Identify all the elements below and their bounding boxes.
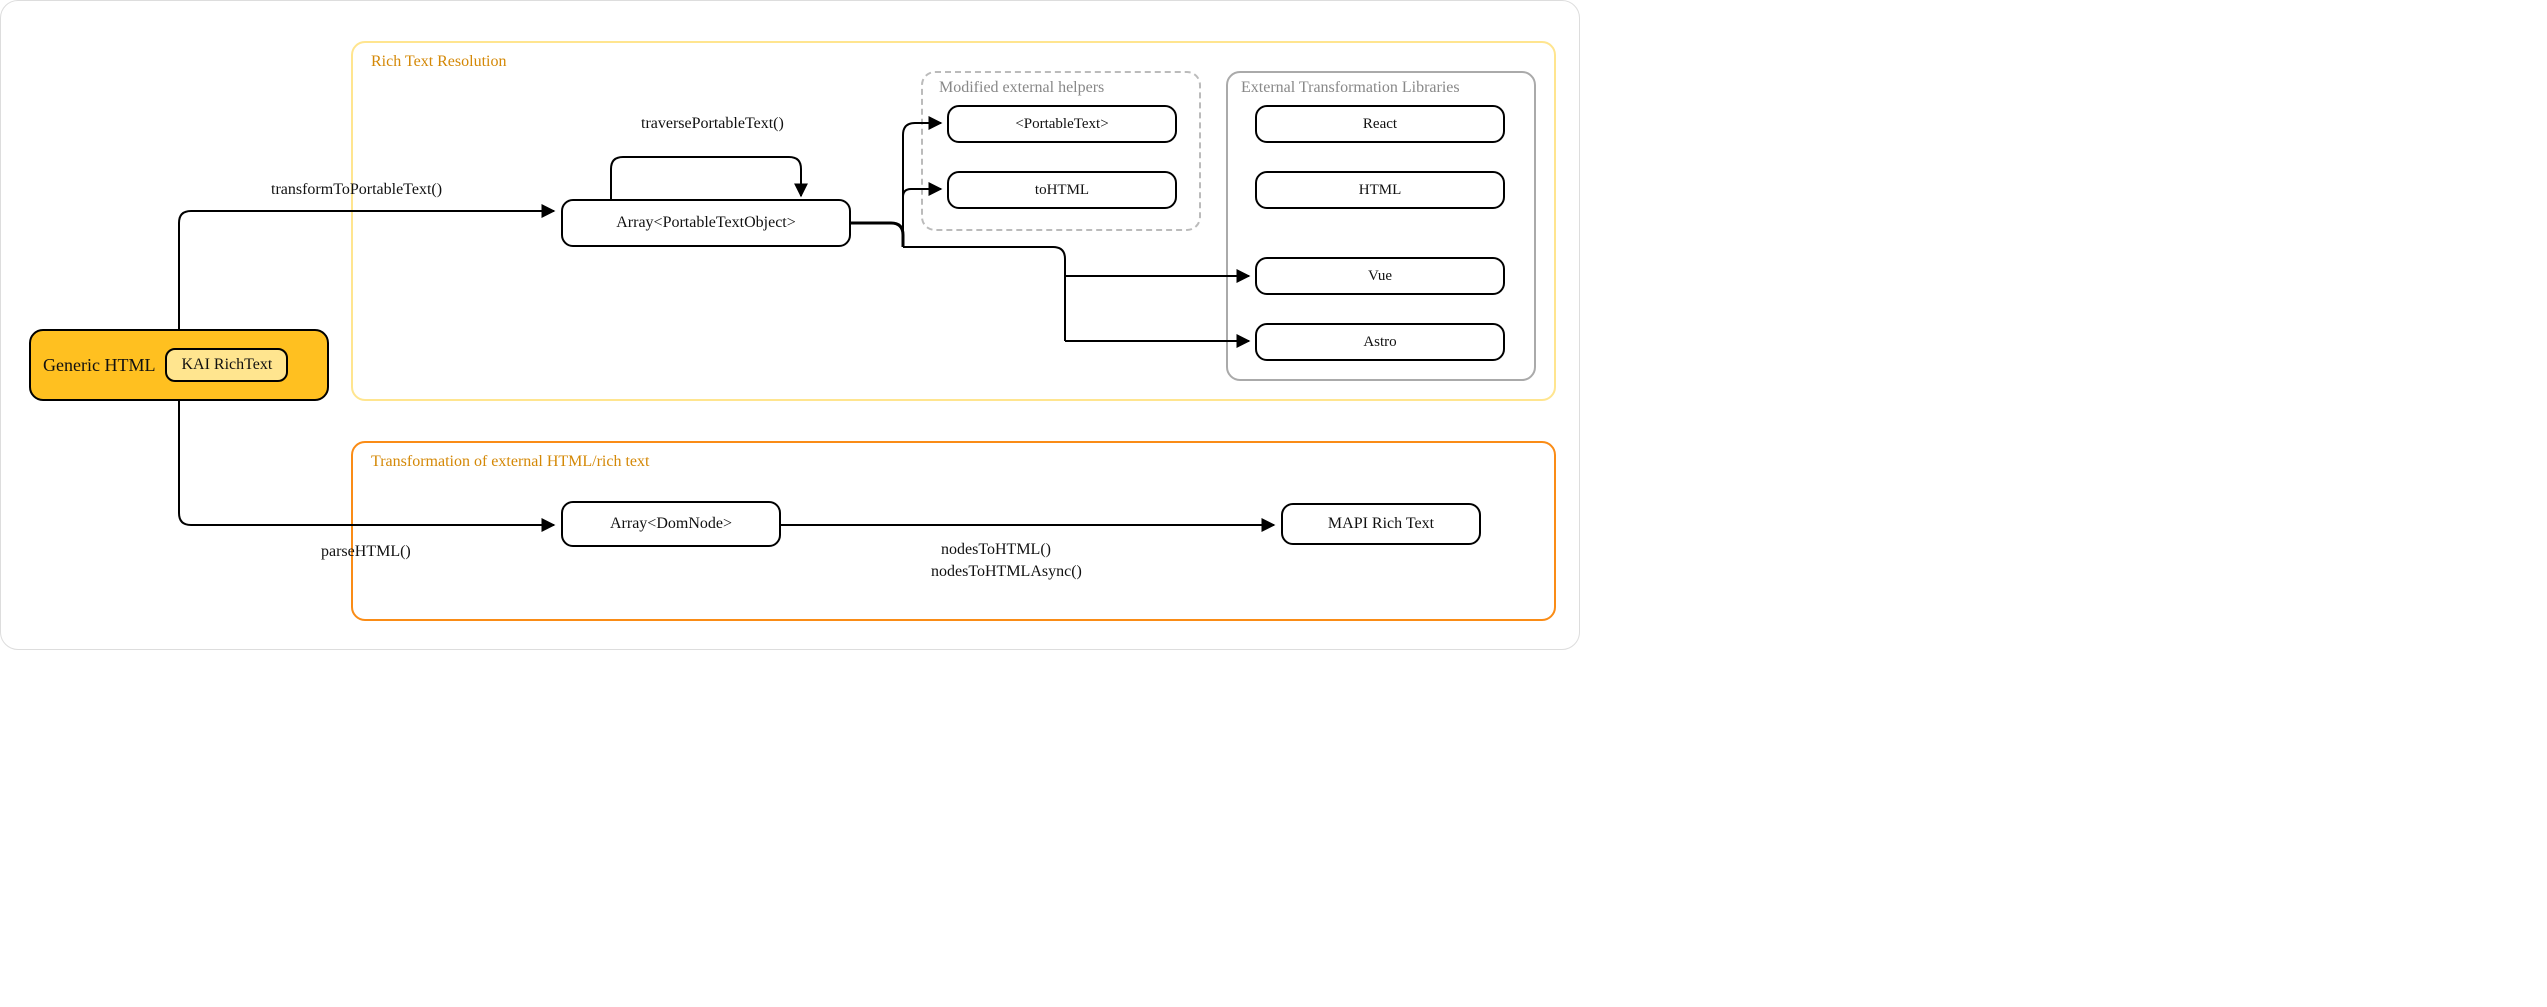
group-external-libs-title: External Transformation Libraries	[1241, 79, 1460, 97]
diagram-canvas: Rich Text Resolution Transformation of e…	[0, 0, 1580, 650]
edge-label-transform-to-pt: transformToPortableText()	[271, 181, 442, 199]
node-source-inner: KAI RichText	[165, 348, 288, 382]
node-mapi-rich-text-label: MAPI Rich Text	[1328, 515, 1434, 533]
node-source: Generic HTML KAI RichText	[29, 329, 329, 401]
node-html-lib-label: HTML	[1359, 182, 1402, 199]
node-source-outer-label: Generic HTML	[43, 355, 155, 376]
node-mapi-rich-text: MAPI Rich Text	[1281, 503, 1481, 545]
node-portable-text: <PortableText>	[947, 105, 1177, 143]
node-array-portable-text-label: Array<PortableTextObject>	[616, 214, 796, 232]
node-array-dom: Array<DomNode>	[561, 501, 781, 547]
edge-label-nodes-to-html-1: nodesToHTML()	[941, 541, 1051, 559]
edge-label-nodes-to-html-2: nodesToHTMLAsync()	[931, 563, 1082, 581]
node-vue: Vue	[1255, 257, 1505, 295]
node-astro-label: Astro	[1363, 334, 1396, 351]
group-external-transform-title: Transformation of external HTML/rich tex…	[371, 453, 649, 471]
node-vue-label: Vue	[1368, 268, 1392, 285]
node-array-dom-label: Array<DomNode>	[610, 515, 732, 533]
group-rich-text-resolution-title: Rich Text Resolution	[371, 53, 506, 71]
node-react: React	[1255, 105, 1505, 143]
node-portable-text-label: <PortableText>	[1015, 116, 1108, 133]
edge-label-traverse-pt: traversePortableText()	[641, 115, 784, 133]
node-react-label: React	[1363, 116, 1397, 133]
group-modified-helpers-title: Modified external helpers	[939, 79, 1104, 97]
node-html-lib: HTML	[1255, 171, 1505, 209]
edge-label-parse-html: parseHTML()	[321, 543, 411, 561]
node-array-portable-text: Array<PortableTextObject>	[561, 199, 851, 247]
node-to-html-label: toHTML	[1035, 182, 1089, 199]
node-astro: Astro	[1255, 323, 1505, 361]
node-to-html: toHTML	[947, 171, 1177, 209]
